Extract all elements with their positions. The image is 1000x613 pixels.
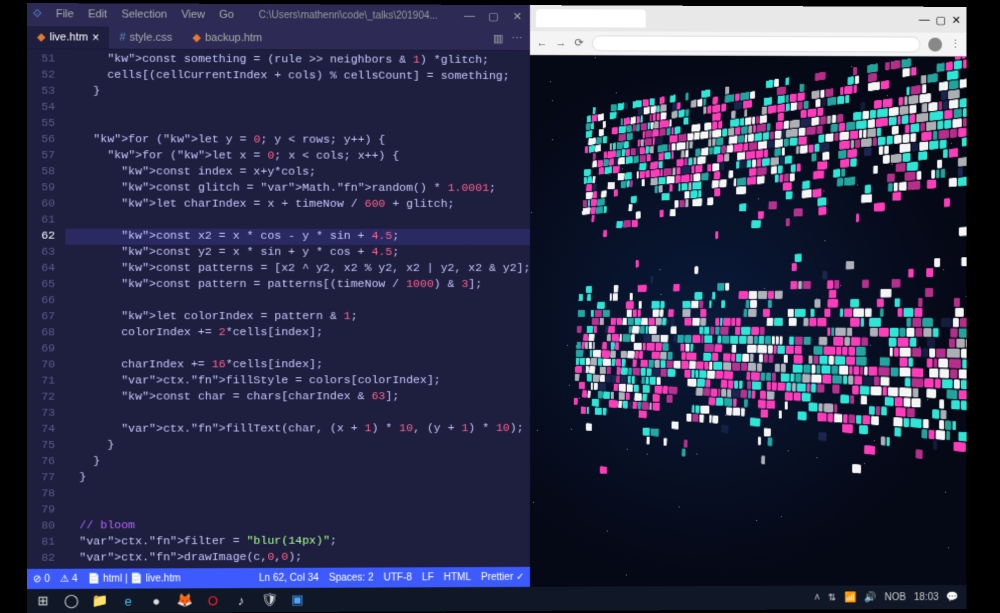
tab-label: live.htm [50,31,88,43]
status-warnings[interactable]: ⚠ 4 [60,573,78,584]
canvas-output [530,55,966,587]
edge-icon[interactable]: e [116,589,140,613]
system-tray: ˄ ⇅ 📶 🔊 NOB 18:03 💬 [814,591,963,603]
tray-overflow-icon[interactable]: ˄ [814,592,820,603]
tab-live-htm[interactable]: ◆ live.htm × [27,26,109,48]
menu-edit[interactable]: Edit [88,8,107,20]
avatar-icon[interactable] [928,37,942,51]
window-path: C:\Users\mathenri\code\_talks\201904... [248,9,448,21]
split-editor-icon[interactable]: ▥ [493,32,503,45]
wifi-icon[interactable]: 📶 [844,592,856,603]
opera-icon[interactable]: O [201,588,225,612]
status-lang[interactable]: HTML [444,572,471,583]
explorer-icon[interactable]: 📁 [88,589,112,613]
notifications-icon[interactable]: 💬 [947,591,959,602]
chrome-icon[interactable]: ● [144,588,168,612]
status-branch[interactable]: 📄 html | 📄 live.htm [88,573,181,584]
code-area[interactable]: "kw">const something = (rule >> neighbor… [61,49,530,568]
status-prettier[interactable]: Prettier ✓ [481,571,524,582]
app-icon[interactable]: 🛡 [257,588,281,612]
menu-icon[interactable]: ⋮ [950,38,961,51]
status-errors[interactable]: ⊘ 0 [33,573,50,584]
vscode-taskbar-icon[interactable]: ▣ [285,588,309,612]
network-icon[interactable]: ⇅ [828,592,836,603]
status-spaces[interactable]: Spaces: 2 [329,572,374,583]
editor-tabs: ◆ live.htm × # style.css ◆ backup.htm ▥ … [27,25,531,51]
forward-icon[interactable]: → [555,37,566,49]
glitch-art [568,55,966,587]
more-icon[interactable]: ⋯ [511,32,522,45]
browser-window: — ▢ ✕ ← → ⟳ ⋮ [530,5,966,587]
menu-view[interactable]: View [181,9,205,21]
browser-toolbar: ← → ⟳ ⋮ [530,31,966,56]
menu-selection[interactable]: Selection [121,8,167,20]
status-encoding[interactable]: UTF-8 [384,572,412,583]
tab-backup-htm[interactable]: ◆ backup.htm [182,27,272,48]
cortana-icon[interactable]: ◯ [59,589,83,613]
start-button[interactable]: ⊞ [31,589,55,613]
app-icon[interactable]: ♪ [229,588,253,612]
maximize-button[interactable]: ▢ [936,13,946,26]
file-icon: ◆ [37,30,46,43]
vscode-logo-icon: ⟐ [33,8,42,21]
status-cursor[interactable]: Ln 62, Col 34 [259,572,319,583]
titlebar: ⟐ File Edit Selection View Go C:\Users\m… [27,3,531,27]
file-icon: ◆ [192,31,201,44]
clock[interactable]: 18:03 [914,592,939,603]
close-button[interactable]: ✕ [952,13,961,26]
browser-tabstrip: — ▢ ✕ [530,5,966,33]
back-icon[interactable]: ← [536,37,547,49]
firefox-icon[interactable]: 🦊 [172,588,196,612]
minimize-button[interactable]: — [919,14,930,26]
close-icon[interactable]: × [92,30,99,44]
volume-icon[interactable]: 🔊 [864,592,876,603]
address-bar[interactable] [591,35,920,52]
line-gutter: 5152535455565758596061626364656667686970… [27,49,61,569]
tab-label: style.css [130,31,173,43]
menu-go[interactable]: Go [219,9,234,21]
language-indicator[interactable]: NOB [885,592,906,603]
statusbar: ⊘ 0 ⚠ 4 📄 html | 📄 live.htm Ln 62, Col 3… [27,567,531,589]
tab-label: backup.htm [205,31,262,43]
tab-style-css[interactable]: # style.css [109,27,182,47]
minimize-button[interactable]: — [462,9,476,22]
browser-tab[interactable] [536,9,646,27]
editor[interactable]: 5152535455565758596061626364656667686970… [27,49,531,569]
vscode-window: ⟐ File Edit Selection View Go C:\Users\m… [27,3,531,589]
status-eol[interactable]: LF [422,572,434,583]
maximize-button[interactable]: ▢ [486,9,500,22]
windows-taskbar: ⊞ ◯ 📁 e ● 🦊 O ♪ 🛡 ▣ ˄ ⇅ 📶 🔊 NOB 18:03 💬 [27,585,967,613]
file-icon: # [119,31,125,43]
menu-file[interactable]: File [56,8,74,20]
close-button[interactable]: ✕ [510,10,524,23]
reload-icon[interactable]: ⟳ [574,36,583,49]
